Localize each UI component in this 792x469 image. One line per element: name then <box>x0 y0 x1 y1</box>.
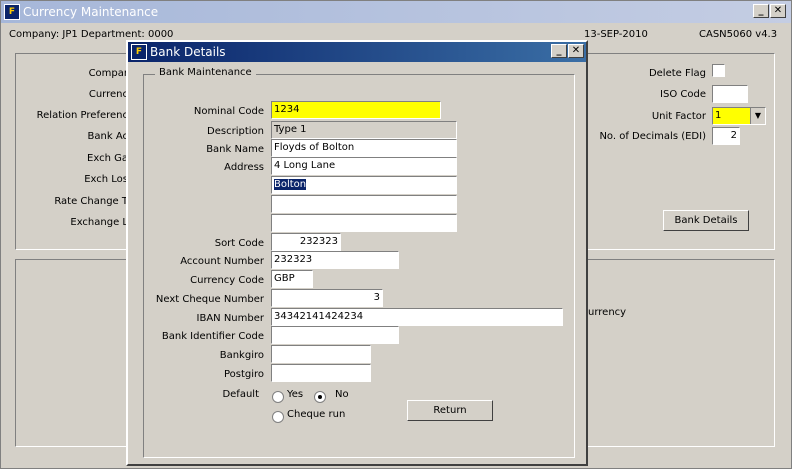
cheque-run-radio[interactable] <box>272 411 284 423</box>
address-label: Address <box>224 162 264 173</box>
iso-code-field[interactable] <box>712 85 748 103</box>
default-yes-label: Yes <box>287 389 304 400</box>
sort-code-field[interactable]: 232323 <box>271 233 341 251</box>
nominal-code-field[interactable]: 1234 <box>271 101 441 119</box>
postgiro-field[interactable] <box>271 364 371 382</box>
company-label: Compar <box>88 68 128 79</box>
main-window-title: Currency Maintenance <box>23 5 159 19</box>
unit-factor-label: Unit Factor <box>651 111 706 122</box>
sort-code-label: Sort Code <box>214 238 264 249</box>
bank-details-dialog: F Bank Details _ ✕ Bank Maintenance Nomi… <box>126 40 588 466</box>
default-no-label: No <box>335 389 349 400</box>
return-button[interactable]: Return <box>407 400 493 421</box>
company-info: Company: JP1 Department: 0000 <box>9 29 174 40</box>
description-label: Description <box>207 126 264 137</box>
date-label: 13-SEP-2010 <box>584 29 648 40</box>
postgiro-label: Postgiro <box>223 369 264 380</box>
decimals-field[interactable]: 2 <box>712 127 740 145</box>
dialog-minimize-button[interactable]: _ <box>551 44 567 58</box>
cheque-run-label: Cheque run <box>287 409 346 420</box>
bank-name-field[interactable]: Floyds of Bolton <box>271 139 457 157</box>
address-line-2-field[interactable]: Bolton <box>271 176 457 194</box>
radio-selected-dot <box>318 395 322 399</box>
rate-change-label: Rate Change T <box>54 196 128 207</box>
decimals-label: No. of Decimals (EDI) <box>599 131 706 142</box>
account-number-field[interactable]: 232323 <box>271 251 399 269</box>
next-cheque-field[interactable]: 3 <box>271 289 383 307</box>
minimize-button[interactable]: _ <box>753 4 769 18</box>
currency-code-label: Currency Code <box>190 275 264 286</box>
unit-factor-value: 1 <box>715 110 722 121</box>
currency-code-field[interactable]: GBP <box>271 270 313 288</box>
description-field: Type 1 <box>271 121 457 139</box>
bank-details-button[interactable]: Bank Details <box>663 210 749 231</box>
delete-flag-checkbox[interactable] <box>712 64 725 77</box>
bic-field[interactable] <box>271 326 399 344</box>
iso-code-label: ISO Code <box>660 89 706 100</box>
main-title-bar: F Currency Maintenance _ ✕ <box>1 1 791 23</box>
currency-partial-label: urrency <box>588 307 627 318</box>
currency-label: Currenc <box>88 89 128 100</box>
address-line-1-field[interactable]: 4 Long Lane <box>271 157 457 175</box>
iban-label: IBAN Number <box>196 313 264 324</box>
iban-field[interactable]: 34342141424234 <box>271 308 563 326</box>
default-yes-radio[interactable] <box>272 391 284 403</box>
bank-name-label: Bank Name <box>206 144 264 155</box>
exchange-label: Exchange L <box>70 217 128 228</box>
address-line-4-field[interactable] <box>271 214 457 232</box>
bank-account-label: Bank Ac <box>87 131 128 142</box>
default-no-radio[interactable] <box>314 391 326 403</box>
dialog-title-bar: F Bank Details _ ✕ <box>128 42 586 62</box>
dialog-app-icon: F <box>131 44 147 60</box>
dialog-close-button[interactable]: ✕ <box>568 44 584 58</box>
relation-preference-label: Relation Preferenc <box>36 110 128 121</box>
app-icon: F <box>4 4 20 20</box>
exch-gain-label: Exch Ga <box>87 153 128 164</box>
exch-loss-label: Exch Los <box>84 174 128 185</box>
nominal-code-label: Nominal Code <box>193 106 264 117</box>
address-line-2-selection: Bolton <box>274 179 307 190</box>
address-line-3-field[interactable] <box>271 195 457 213</box>
default-label: Default <box>222 389 259 400</box>
account-number-label: Account Number <box>180 256 264 267</box>
bic-label: Bank Identifier Code <box>161 331 264 342</box>
form-id-label: CASN5060 v4.3 <box>699 29 778 40</box>
bank-maintenance-title: Bank Maintenance <box>155 67 256 78</box>
close-button[interactable]: ✕ <box>770 4 786 18</box>
next-cheque-label: Next Cheque Number <box>155 294 264 305</box>
delete-flag-label: Delete Flag <box>648 68 706 79</box>
chevron-down-icon[interactable]: ▼ <box>750 108 765 124</box>
unit-factor-select[interactable]: 1 ▼ <box>712 107 766 125</box>
dialog-title: Bank Details <box>150 45 226 59</box>
bankgiro-field[interactable] <box>271 345 371 363</box>
bankgiro-label: Bankgiro <box>219 350 264 361</box>
